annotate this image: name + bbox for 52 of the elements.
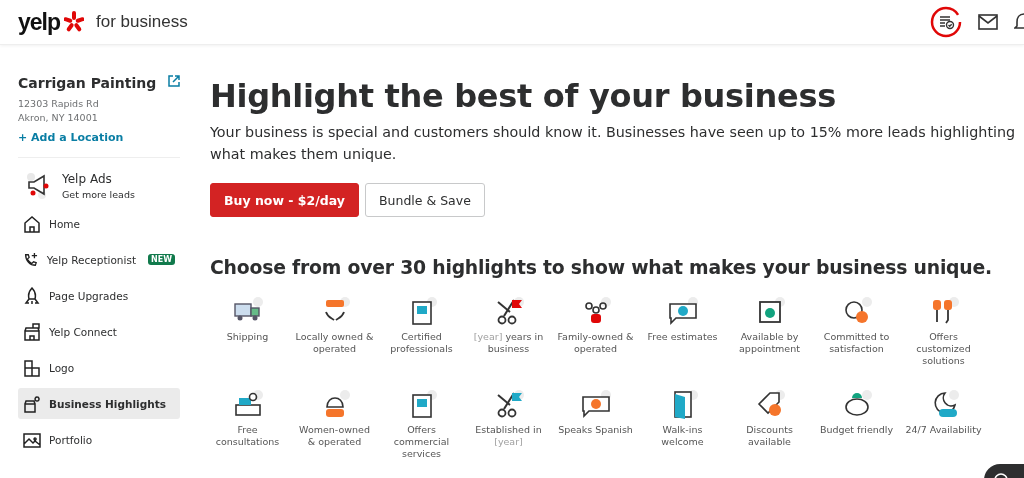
logo-tagline: for business xyxy=(96,12,188,32)
highlight-label: 24/7 Availability xyxy=(904,424,983,436)
highlight-label: Free estimates xyxy=(646,331,719,343)
highlight-label: Committed to satisfaction xyxy=(822,331,891,355)
highlight-label: Offers commercial services xyxy=(392,424,451,460)
new-badge: NEW xyxy=(148,254,175,265)
section-heading: Choose from over 30 highlights to show what makes your business unique. xyxy=(210,257,993,278)
intro-text: Your business is special and customers should know it. Businesses have seen up to 15% more leads highlighting what makes them unique. xyxy=(210,123,1017,164)
mail-icon[interactable] xyxy=(978,14,998,30)
highlight-label: Available by appointment xyxy=(738,331,801,355)
highlight-label: Established in [year] xyxy=(474,424,543,448)
store-gear-icon xyxy=(23,394,41,413)
store-icon xyxy=(23,322,41,341)
highlight-label: Speaks Spanish xyxy=(557,424,634,436)
checklist-icon[interactable] xyxy=(930,6,962,38)
home-icon xyxy=(23,214,41,233)
highlight-label: Women-owned & operated xyxy=(298,424,371,448)
burst-icon xyxy=(64,11,85,33)
nav-item[interactable]: Yelp Connect xyxy=(18,316,180,347)
nav-item[interactable]: Home xyxy=(18,208,180,239)
phone-sparkle-icon xyxy=(23,250,39,269)
bundle-button[interactable]: Bundle & Save xyxy=(364,183,485,217)
highlight-label: Discounts available xyxy=(745,424,794,448)
highlight-label: Budget friendly xyxy=(818,424,895,436)
nav-item[interactable]: Yelp Receptionist NEW xyxy=(18,244,180,275)
nav-item[interactable]: Business Highlights xyxy=(18,388,180,419)
help-icon xyxy=(994,470,1008,478)
rocket-icon xyxy=(23,286,41,305)
bell-icon[interactable] xyxy=(1014,12,1024,32)
nav-item[interactable]: Page Upgrades xyxy=(18,280,180,311)
logo[interactable]: yelp xyxy=(18,8,61,36)
add-location-link[interactable]: + Add a Location xyxy=(18,131,124,144)
highlight-label: Walk-ins welcome xyxy=(660,424,705,448)
buy-now-button[interactable]: Buy now - $2/day xyxy=(210,183,359,217)
address-line: 12303 Rapids Rd xyxy=(18,97,100,111)
highlight-label: Family-owned & operated xyxy=(556,331,635,355)
business-name: Carrigan Painting xyxy=(18,75,157,91)
promo-title[interactable]: Yelp Ads xyxy=(62,172,135,186)
highlight-label: Locally owned & operated xyxy=(295,331,374,355)
highlight-label: Free consultations xyxy=(214,424,281,448)
highlight-label: Certified professionals xyxy=(389,331,454,355)
nav-item[interactable]: Logo xyxy=(18,352,180,383)
external-link-icon[interactable] xyxy=(168,75,180,87)
grid-icon xyxy=(23,358,41,377)
highlight-label: Offers customized solutions xyxy=(915,331,972,367)
page-title: Highlight the best of your business xyxy=(210,77,837,115)
highlight-label: [year] years in business xyxy=(472,331,545,355)
highlight-label: Shipping xyxy=(225,331,270,343)
promo-subtitle: Get more leads xyxy=(62,189,135,200)
address-line: Akron, NY 14001 xyxy=(18,111,99,125)
nav-item[interactable]: Portfolio xyxy=(18,424,180,455)
image-icon xyxy=(23,430,41,449)
